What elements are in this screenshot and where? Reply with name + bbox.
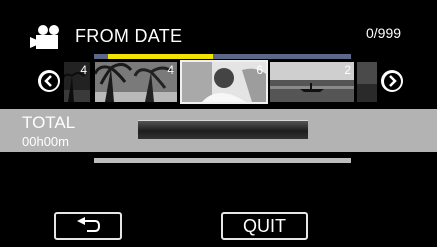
prev-page-button[interactable]	[38, 70, 60, 92]
progress-fill	[108, 54, 213, 59]
thumbnail-number: 2	[344, 63, 351, 77]
total-bar: TOTAL 00h00m	[0, 109, 437, 152]
chevron-left-icon	[40, 72, 58, 90]
thumbnail[interactable]: 2	[270, 62, 354, 102]
total-gauge	[138, 120, 308, 139]
screen-title: FROM DATE	[75, 26, 183, 46]
next-page-button[interactable]	[381, 70, 403, 92]
total-time: 00h00m	[22, 134, 69, 149]
divider	[94, 158, 351, 163]
movie-camera-icon	[30, 25, 59, 49]
selection-counter: 0/999	[366, 25, 402, 41]
back-button[interactable]	[54, 212, 122, 240]
total-label: TOTAL	[22, 113, 76, 132]
thumbnail-partial-left[interactable]: 4	[64, 62, 90, 102]
thumbnail-number: 6	[256, 63, 263, 77]
thumbnail-partial-right[interactable]	[357, 62, 377, 102]
quit-button[interactable]: QUIT	[221, 212, 308, 240]
thumbnail[interactable]: 4	[95, 62, 177, 102]
thumbnail-number: 4	[80, 63, 87, 77]
return-icon	[77, 217, 101, 232]
thumbnail-number: 4	[167, 63, 174, 77]
progress-track	[94, 54, 351, 59]
screen: FROM DATE 0/999 4 4 6 2 TOTAL 00h00m QUI…	[0, 0, 437, 247]
chevron-right-icon	[383, 72, 401, 90]
thumbnail-selected[interactable]: 6	[180, 60, 268, 104]
